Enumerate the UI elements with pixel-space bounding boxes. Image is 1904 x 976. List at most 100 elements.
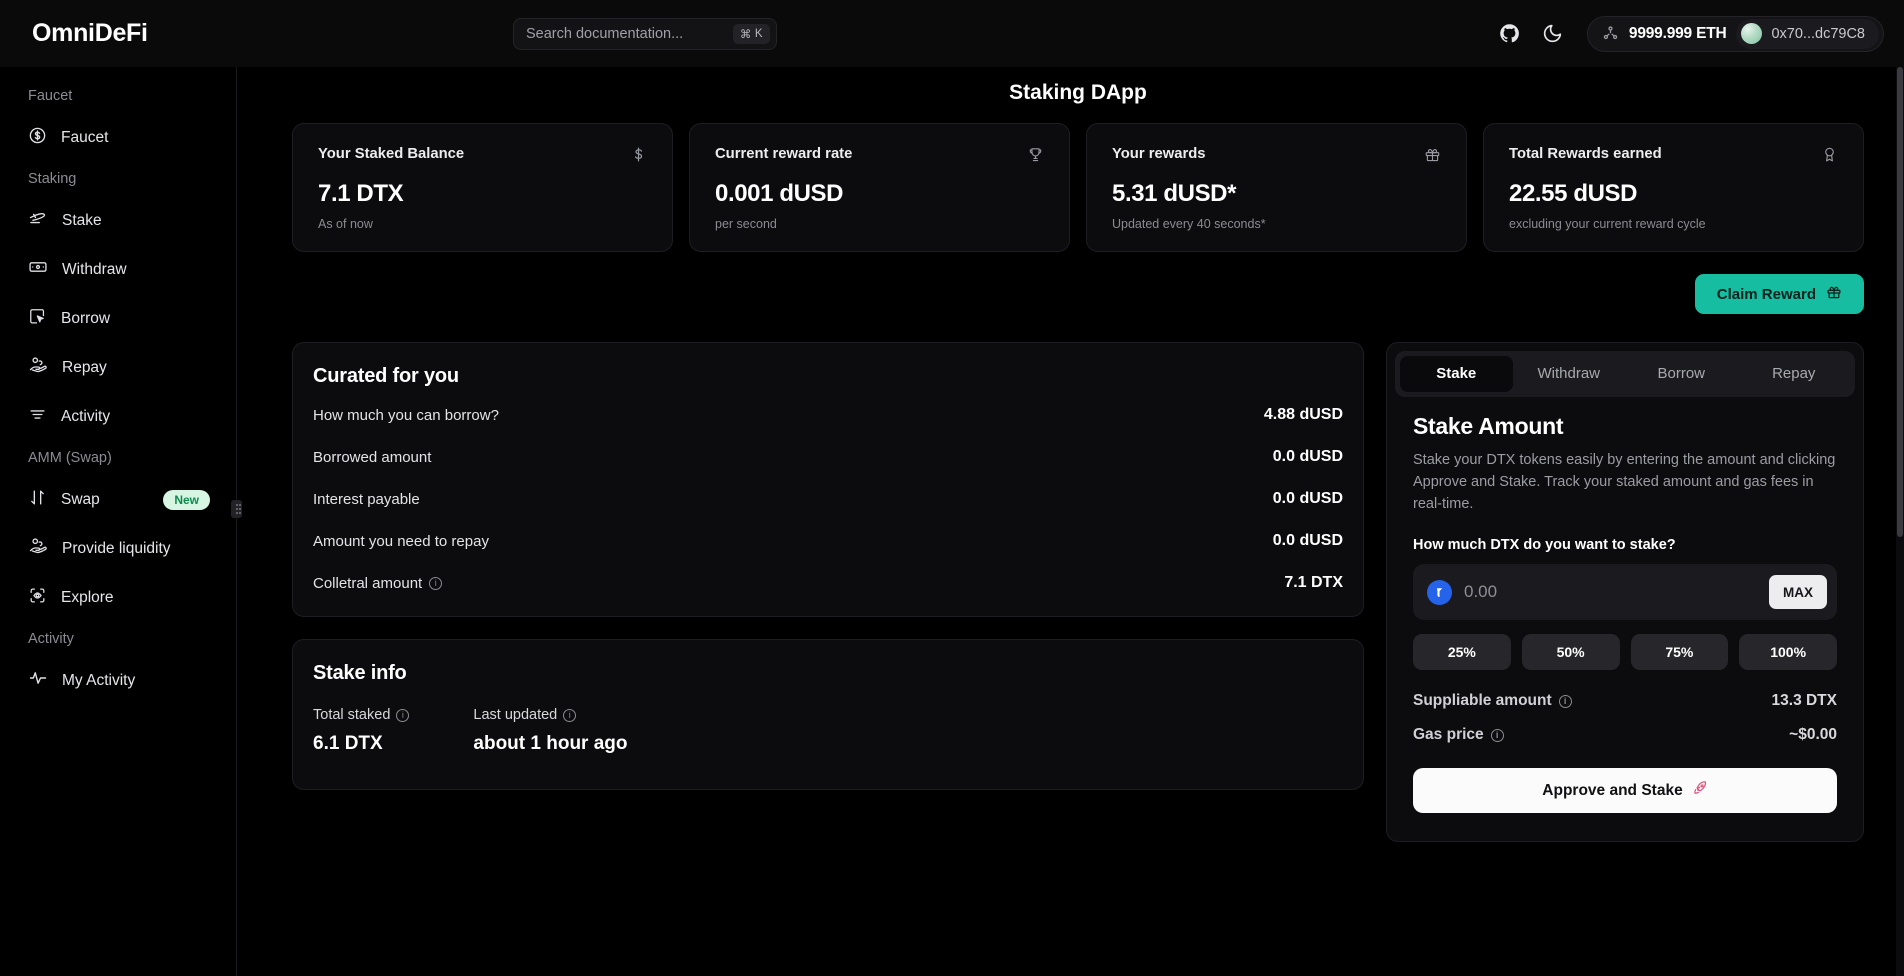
row-value: 4.88 dUSD <box>1263 406 1343 423</box>
stake-info-label: Total staked i <box>313 707 410 723</box>
sidebar-item-faucet[interactable]: Faucet <box>0 113 236 162</box>
gas-price-value: ~$0.00 <box>1789 726 1837 744</box>
wallet-address-pill[interactable]: 0x70...dc79C8 <box>1736 18 1879 49</box>
panel-title: Curated for you <box>313 365 459 387</box>
moon-icon[interactable] <box>1542 23 1563 44</box>
scrollbar-thumb[interactable] <box>1897 67 1903 537</box>
sidebar-group-amm: AMM (Swap) <box>28 450 112 466</box>
info-icon[interactable]: i <box>396 708 410 722</box>
sidebar-item-label: Withdraw <box>62 260 127 278</box>
network-nodes-icon <box>1602 25 1619 42</box>
sidebar-resize-handle[interactable] <box>231 500 242 518</box>
claim-reward-button[interactable]: Claim Reward <box>1694 274 1864 314</box>
stat-value: 5.31 dUSD* <box>1112 180 1237 207</box>
percent-100-button[interactable]: 100% <box>1739 634 1837 671</box>
sidebar-item-borrow[interactable]: Borrow <box>0 294 236 343</box>
info-icon[interactable]: i <box>1490 728 1504 742</box>
stat-label: Current reward rate <box>715 146 853 162</box>
amount-input-group[interactable]: MAX <box>1413 564 1837 621</box>
info-icon[interactable]: i <box>429 576 443 590</box>
sidebar-item-label: Faucet <box>61 128 109 146</box>
info-icon[interactable]: i <box>563 708 577 722</box>
row-value: 7.1 DTX <box>1284 574 1343 591</box>
stat-value: 7.1 DTX <box>318 180 404 207</box>
suppliable-label-text: Suppliable amount <box>1413 692 1552 710</box>
row-value: 0.0 dUSD <box>1272 448 1343 465</box>
action-tabs: Stake Withdraw Borrow Repay <box>1395 351 1855 397</box>
stat-label: Your rewards <box>1112 146 1206 162</box>
gas-price-label: Gas price i <box>1413 726 1504 744</box>
stat-label: Total Rewards earned <box>1509 146 1662 162</box>
amount-field-label: How much DTX do you want to stake? <box>1413 537 1676 554</box>
row-label: Interest payable <box>313 490 420 508</box>
row-label: Colletral amount i <box>313 574 443 592</box>
stake-info-value: about 1 hour ago <box>473 733 628 754</box>
sidebar-item-label: Provide liquidity <box>62 539 171 557</box>
sidebar-item-repay[interactable]: Repay <box>0 343 236 392</box>
page-title: Staking DApp <box>1009 81 1147 104</box>
percent-50-button[interactable]: 50% <box>1521 634 1620 671</box>
top-bar-actions: 9999.999 ETH 0x70...dc79C8 <box>1499 15 1884 52</box>
sidebar-item-activity[interactable]: Activity <box>0 392 236 441</box>
tab-repay[interactable]: Repay <box>1738 356 1851 392</box>
row-label: Amount you need to repay <box>313 532 489 550</box>
search-shortcut-badge: ⌘ K <box>732 24 770 44</box>
stake-info-value: 6.1 DTX <box>313 733 383 754</box>
gift-icon <box>1826 284 1842 304</box>
suppliable-label: Suppliable amount i <box>1413 692 1572 710</box>
wallet-pill[interactable]: 9999.999 ETH 0x70...dc79C8 <box>1586 15 1884 52</box>
stat-value: 0.001 dUSD <box>715 180 844 207</box>
stat-sub: excluding your current reward cycle <box>1509 217 1706 231</box>
award-icon <box>1821 146 1838 168</box>
stat-card-total-rewards: Total Rewards earned 22.55 dUSD excludin… <box>1483 123 1864 252</box>
stake-info-label: Last updated i <box>473 707 627 723</box>
sidebar-item-explore[interactable]: Explore <box>0 573 236 622</box>
info-icon[interactable]: i <box>1558 694 1572 708</box>
tab-stake[interactable]: Stake <box>1400 356 1513 392</box>
sidebar-item-label: Explore <box>61 588 114 606</box>
percent-75-button[interactable]: 75% <box>1630 634 1729 671</box>
percent-25-button[interactable]: 25% <box>1413 634 1511 671</box>
tab-borrow[interactable]: Borrow <box>1625 356 1738 392</box>
search-input[interactable] <box>526 26 733 42</box>
hand-coins-icon <box>28 355 48 380</box>
github-icon[interactable] <box>1499 23 1520 44</box>
tab-withdraw[interactable]: Withdraw <box>1513 356 1626 392</box>
gas-price-row: Gas price i ~$0.00 <box>1413 726 1837 744</box>
top-bar: OmniDeFi ⌘ K 9999.999 ETH 0x70...dc79C8 <box>0 0 1904 67</box>
main-content: Staking DApp Your Staked Balance 7.1 DTX… <box>237 67 1904 976</box>
sidebar-item-withdraw[interactable]: Withdraw <box>0 245 236 294</box>
scan-eye-icon <box>28 586 47 610</box>
percent-buttons: 25% 50% 75% 100% <box>1413 634 1837 671</box>
page-scrollbar[interactable] <box>1896 67 1904 976</box>
avatar <box>1741 23 1763 44</box>
approve-and-stake-button[interactable]: Approve and Stake <box>1413 768 1837 814</box>
sidebar-item-provide-liquidity[interactable]: Provide liquidity <box>0 524 236 573</box>
search-bar[interactable]: ⌘ K <box>513 18 777 50</box>
app-brand: OmniDeFi <box>32 19 148 47</box>
sidebar-item-swap[interactable]: Swap New <box>0 475 236 524</box>
stat-card-reward-rate: Current reward rate 0.001 dUSD per secon… <box>689 123 1070 252</box>
stake-info-label-text: Total staked <box>313 707 391 723</box>
send-plane-icon <box>28 208 48 233</box>
pulse-icon <box>28 668 48 693</box>
sidebar-item-my-activity[interactable]: My Activity <box>0 656 236 705</box>
shortcut-key: K <box>754 28 763 40</box>
panel-title: Stake info <box>313 662 407 684</box>
arrows-up-down-icon <box>28 488 47 512</box>
stake-amount-input[interactable] <box>1464 582 1757 603</box>
sidebar-item-label: Repay <box>62 358 107 376</box>
sidebar-item-label: Stake <box>62 211 102 229</box>
sidebar-item-label: My Activity <box>62 671 136 689</box>
claim-row: Claim Reward <box>292 274 1864 314</box>
stat-sub: per second <box>715 217 777 231</box>
max-button[interactable]: MAX <box>1769 575 1827 610</box>
stat-value: 22.55 dUSD <box>1509 180 1638 207</box>
stake-info-label-text: Last updated <box>473 707 558 723</box>
token-icon <box>1427 579 1452 605</box>
wallet-balance: 9999.999 ETH <box>1628 24 1727 42</box>
table-row: Amount you need to repay 0.0 dUSD <box>293 520 1363 562</box>
sidebar-item-stake[interactable]: Stake <box>0 196 236 245</box>
sidebar-group-faucet: Faucet <box>28 88 73 104</box>
row-label-text: Colletral amount <box>313 574 423 592</box>
